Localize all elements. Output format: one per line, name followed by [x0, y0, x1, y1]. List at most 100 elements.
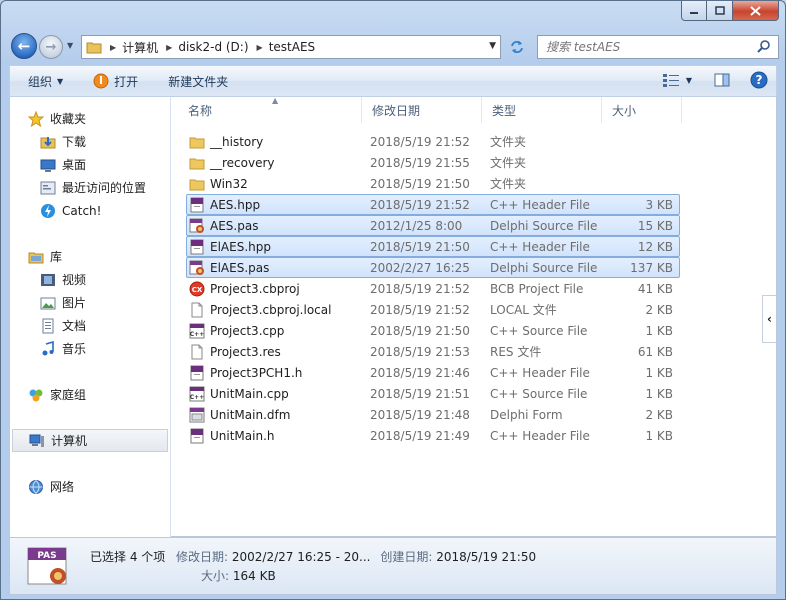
- maximize-button[interactable]: [707, 1, 733, 21]
- documents-icon: [40, 318, 56, 334]
- preview-pane-button[interactable]: [714, 73, 730, 87]
- view-list-icon: [662, 74, 679, 87]
- column-type-label: 类型: [492, 103, 517, 118]
- file-row[interactable]: AES.pas 2012/1/25 8:00 Delphi Source File 1…: [186, 215, 680, 236]
- nav-item-label: 桌面: [62, 158, 87, 172]
- nav-libraries[interactable]: 库: [10, 245, 170, 268]
- file-row[interactable]: Project3PCH1.h 2018/5/19 21:46 C++ Header …: [186, 362, 680, 383]
- delphi-file-icon: [189, 218, 205, 234]
- svg-text:CX: CX: [192, 286, 203, 294]
- column-header-size[interactable]: 大小: [602, 97, 682, 123]
- nav-item-documents[interactable]: 文档: [10, 314, 170, 337]
- file-size: 137 KB: [630, 260, 673, 275]
- nav-item-label: 最近访问的位置: [62, 181, 147, 195]
- nav-network[interactable]: 网络: [10, 475, 170, 498]
- back-button[interactable]: ←: [11, 33, 37, 59]
- recent-pages-dropdown[interactable]: ▼: [67, 41, 77, 51]
- file-type: C++ Source File: [490, 386, 588, 401]
- created-key: 创建日期:: [380, 550, 433, 564]
- breadcrumb-computer[interactable]: 计算机: [122, 39, 158, 56]
- computer-section: 计算机: [10, 429, 170, 452]
- file-row[interactable]: C++ UnitMain.cpp 2018/5/19 21:51 C++ Source…: [186, 383, 680, 404]
- nav-item-downloads[interactable]: 下载: [10, 130, 170, 153]
- file-row[interactable]: ElAES.hpp 2018/5/19 21:50 C++ Header File 1…: [186, 236, 680, 257]
- file-date: 2018/5/19 21:52: [370, 281, 470, 296]
- column-header-name[interactable]: 名称 ▲: [178, 96, 362, 123]
- network-icon: [28, 479, 44, 495]
- nav-item-desktop[interactable]: 桌面: [10, 153, 170, 176]
- open-label: 打开: [114, 74, 139, 89]
- address-dropdown-icon[interactable]: ▼: [489, 41, 496, 51]
- file-date: 2018/5/19 21:52: [370, 197, 470, 212]
- file-type: C++ Source File: [490, 323, 588, 338]
- collapse-pane-handle[interactable]: ‹: [762, 295, 776, 343]
- address-bar[interactable]: ▶ 计算机 ▶ disk2-d (D:) ▶ testAES ▼: [81, 35, 501, 59]
- nav-item-catch[interactable]: Catch!: [10, 199, 170, 222]
- new-folder-button[interactable]: 新建文件夹: [168, 73, 228, 90]
- file-row[interactable]: UnitMain.dfm 2018/5/19 21:48 Delphi Form 2 …: [186, 404, 680, 425]
- file-date: 2018/5/19 21:46: [370, 365, 470, 380]
- file-row[interactable]: UnitMain.h 2018/5/19 21:49 C++ Header File…: [186, 425, 680, 446]
- file-row[interactable]: __history 2018/5/19 21:52 文件夹: [186, 131, 680, 152]
- column-date-label: 修改日期: [372, 103, 421, 118]
- file-row[interactable]: Win32 2018/5/19 21:50 文件夹: [186, 173, 680, 194]
- organize-label: 组织: [28, 74, 53, 89]
- chevron-right-icon[interactable]: ▶: [110, 43, 116, 52]
- breadcrumb-drive[interactable]: disk2-d (D:): [178, 40, 248, 54]
- file-name-cell: __history: [189, 134, 263, 150]
- forward-arrow-icon: →: [45, 39, 57, 55]
- file-date: 2018/5/19 21:50: [370, 176, 470, 191]
- refresh-icon: [511, 41, 523, 53]
- file-row[interactable]: Project3.cbproj.local 2018/5/19 21:52 LOCA…: [186, 299, 680, 320]
- recent-places-icon: [40, 180, 56, 196]
- address-row: ← → ▼ ▶ 计算机 ▶ disk2-d (D:) ▶ testAES ▼: [9, 31, 779, 61]
- nav-item-recent-places[interactable]: 最近访问的位置: [10, 176, 170, 199]
- file-name: Win32: [210, 176, 248, 191]
- file-type: RES 文件: [490, 345, 542, 359]
- minimize-button[interactable]: [681, 1, 707, 21]
- help-button[interactable]: ?: [750, 71, 768, 89]
- header-file-icon: [189, 428, 205, 444]
- nav-item-label: 文档: [62, 319, 87, 333]
- chevron-down-icon[interactable]: ▼: [686, 76, 692, 85]
- svg-text:C++: C++: [190, 394, 204, 401]
- chevron-right-icon[interactable]: ▶: [257, 43, 263, 52]
- file-row[interactable]: AES.hpp 2018/5/19 21:52 C++ Header File 3 K…: [186, 194, 680, 215]
- change-view-button[interactable]: ▼: [662, 73, 692, 87]
- file-name-cell: Project3PCH1.h: [189, 365, 302, 381]
- open-button[interactable]: 打开: [93, 73, 138, 90]
- file-row[interactable]: __recovery 2018/5/19 21:55 文件夹: [186, 152, 680, 173]
- file-row[interactable]: ElAES.pas 2002/2/27 16:25 Delphi Source Fi…: [186, 257, 680, 278]
- nav-favorites[interactable]: 收藏夹: [10, 107, 170, 130]
- pane-splitter[interactable]: [170, 97, 171, 537]
- nav-homegroup[interactable]: 家庭组: [10, 383, 170, 406]
- column-header-type[interactable]: 类型: [482, 97, 602, 123]
- size-key: 大小:: [201, 569, 230, 583]
- file-row[interactable]: C++ Project3.cpp 2018/5/19 21:50 C++ Source…: [186, 320, 680, 341]
- nav-computer[interactable]: 计算机: [12, 429, 168, 452]
- nav-item-videos[interactable]: 视频: [10, 268, 170, 291]
- folder-icon: [189, 134, 205, 150]
- view-controls: ▼ ?: [650, 71, 768, 89]
- forward-button[interactable]: →: [39, 35, 63, 59]
- close-button[interactable]: [733, 1, 779, 21]
- file-size: 1 KB: [645, 365, 673, 380]
- file-list: 名称 ▲ 修改日期 类型 大小 __history 2018/5/19 21:52…: [178, 96, 776, 537]
- nav-item-music[interactable]: 音乐: [10, 337, 170, 360]
- organize-button[interactable]: 组织 ▼: [28, 73, 63, 90]
- search-icon[interactable]: [756, 39, 772, 55]
- libraries-section: 库 视频 图片 文档 音乐: [10, 245, 170, 360]
- column-header-date[interactable]: 修改日期: [362, 97, 482, 123]
- file-row[interactable]: CX Project3.cbproj 2018/5/19 21:52 BCB Proj…: [186, 278, 680, 299]
- nav-item-pictures[interactable]: 图片: [10, 291, 170, 314]
- chevron-right-icon[interactable]: ▶: [166, 43, 172, 52]
- search-input[interactable]: [546, 40, 746, 54]
- file-type: 文件夹: [490, 156, 527, 170]
- details-line-dates: 修改日期: 2002/2/27 16:25 - 20... 创建日期: 2018…: [176, 548, 536, 565]
- cbproj-file-icon: CX: [189, 281, 205, 297]
- refresh-button[interactable]: [505, 35, 529, 59]
- file-row[interactable]: Project3.res 2018/5/19 21:53 RES 文件 61 KB: [186, 341, 680, 362]
- file-name-cell: AES.pas: [189, 218, 258, 234]
- close-icon: [750, 5, 761, 16]
- breadcrumb-folder[interactable]: testAES: [269, 40, 315, 54]
